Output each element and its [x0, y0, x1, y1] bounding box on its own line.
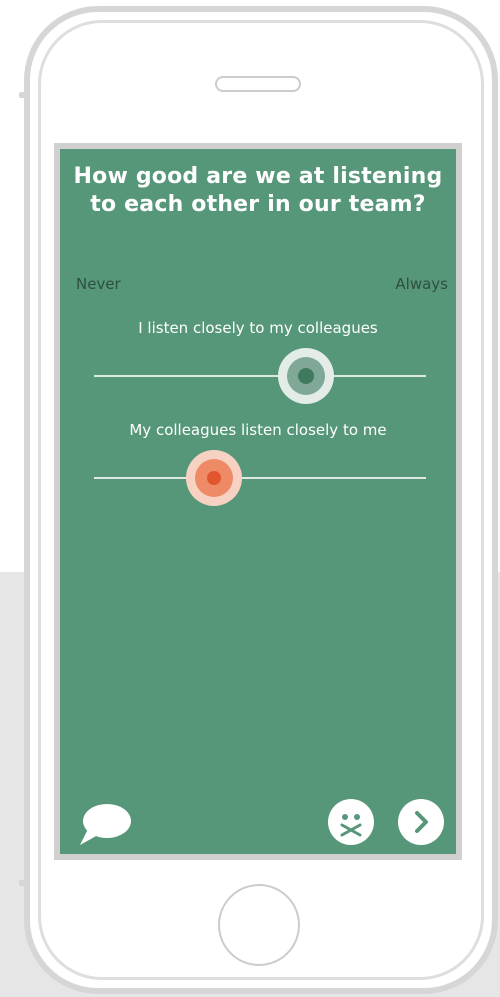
- phone-side-button: [19, 880, 27, 886]
- slider-2-label: My colleagues listen closely to me: [129, 421, 387, 439]
- chevron-right-icon: [415, 811, 428, 833]
- phone-side-button: [19, 92, 27, 98]
- survey-app: How good are we at listening to each oth…: [60, 149, 456, 854]
- slider-thumb-core: [206, 471, 221, 485]
- gagged-face-icon: [340, 814, 362, 837]
- next-button[interactable]: [398, 799, 444, 845]
- slider-2-track[interactable]: [94, 477, 426, 479]
- phone-home-button[interactable]: [218, 884, 300, 966]
- phone-screen: How good are we at listening to each oth…: [54, 143, 462, 860]
- survey-question: How good are we at listening to each oth…: [73, 164, 443, 217]
- slider-1-track[interactable]: [94, 375, 426, 377]
- scale-max-label: Always: [395, 275, 448, 293]
- scale-min-label: Never: [76, 275, 121, 293]
- slider-2-thumb[interactable]: [185, 450, 242, 506]
- phone-speaker: [215, 76, 301, 92]
- skip-face-button[interactable]: [328, 799, 374, 845]
- slider-1-thumb[interactable]: [278, 348, 335, 404]
- slider-1-label: I listen closely to my colleagues: [138, 319, 378, 337]
- speech-bubble-icon[interactable]: [78, 801, 132, 847]
- page: How good are we at listening to each oth…: [0, 0, 500, 997]
